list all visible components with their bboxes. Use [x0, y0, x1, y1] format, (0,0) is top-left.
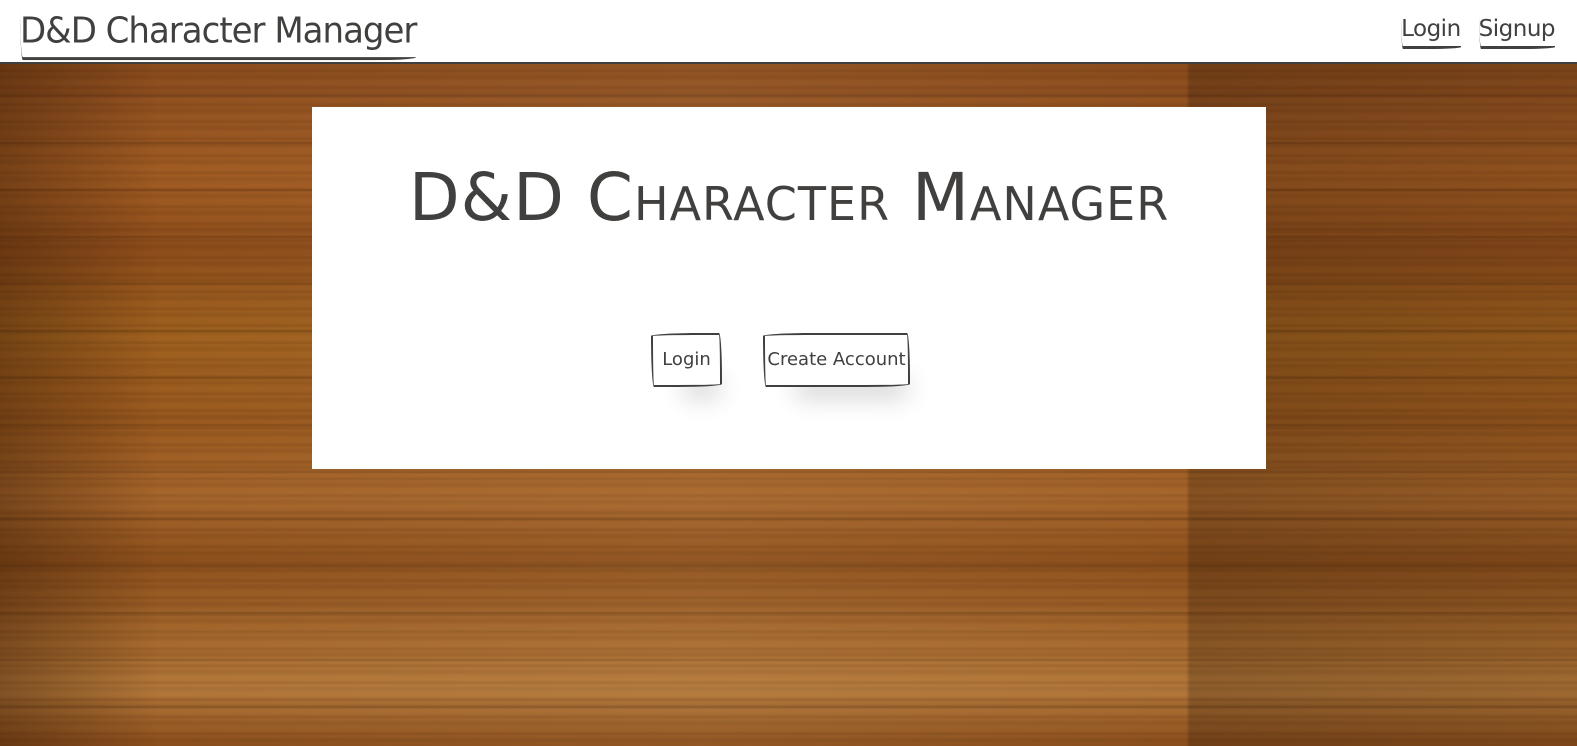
- login-button[interactable]: Login: [651, 333, 722, 387]
- nav-login-link[interactable]: Login: [1401, 14, 1461, 49]
- nav-links: Login Signup: [1401, 14, 1556, 49]
- hero-title: D&D Character Manager: [408, 159, 1170, 236]
- top-navbar: D&D Character Manager Login Signup: [0, 0, 1577, 64]
- nav-signup-link[interactable]: Signup: [1478, 14, 1556, 49]
- create-account-button[interactable]: Create Account: [763, 333, 910, 387]
- hero-card: D&D Character Manager Login Create Accou…: [312, 107, 1266, 469]
- brand-link[interactable]: D&D Character Manager: [20, 9, 417, 61]
